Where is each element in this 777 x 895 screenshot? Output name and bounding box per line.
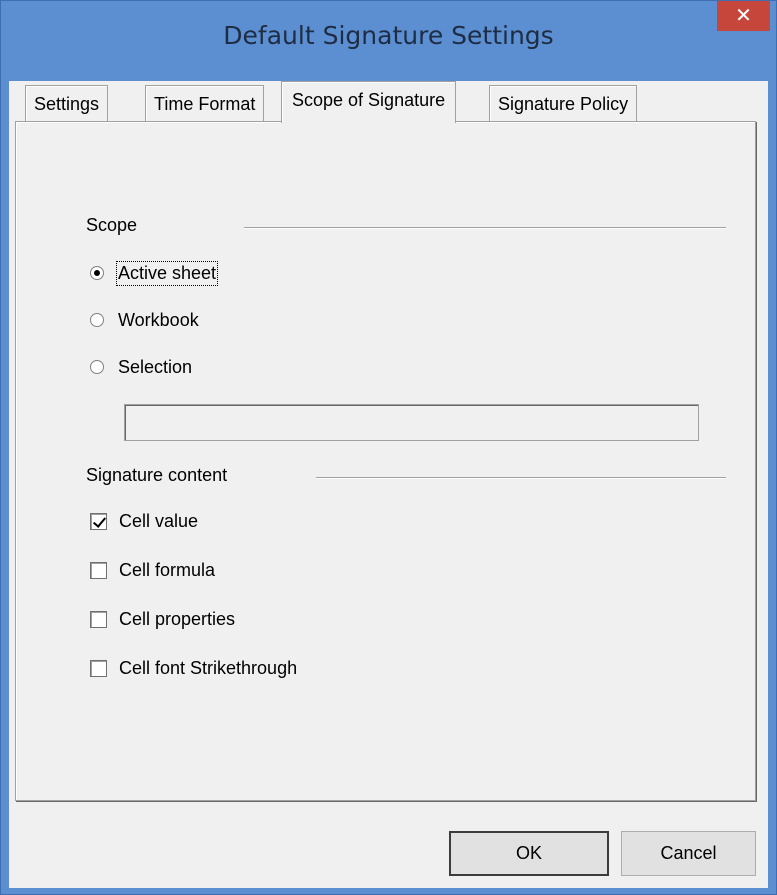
signature-content-heading: Signature content <box>86 465 232 486</box>
checkbox[interactable] <box>90 561 107 579</box>
tab-settings[interactable]: Settings <box>25 85 109 122</box>
radio-active-sheet[interactable]: Active sheet <box>90 260 219 286</box>
checkbox-cell-font-strikethrough[interactable]: Cell font Strikethrough <box>90 655 297 681</box>
dialog-client-area: Settings Time Format Scope of Signature … <box>9 81 768 888</box>
tab-panel-scope: Scope Active sheet Workbook Selection Si… <box>15 121 756 801</box>
checkbox[interactable] <box>90 659 107 677</box>
tab-scope-of-signature[interactable]: Scope of Signature <box>281 81 457 123</box>
tab-label: Signature Policy <box>498 94 629 114</box>
scope-heading: Scope <box>86 215 142 236</box>
radio-button[interactable] <box>90 266 104 280</box>
checkbox-label: Cell font Strikethrough <box>119 657 298 678</box>
radio-button[interactable] <box>90 360 104 374</box>
cancel-button[interactable]: Cancel <box>621 831 756 876</box>
checkbox-cell-properties[interactable]: Cell properties <box>90 606 235 632</box>
checkbox-label: Cell formula <box>119 559 216 580</box>
checkbox[interactable] <box>90 610 107 628</box>
tab-label: Time Format <box>154 94 256 114</box>
signature-content-divider <box>316 477 726 479</box>
radio-button[interactable] <box>90 313 104 327</box>
radio-label: Active sheet <box>115 260 219 286</box>
dialog-title: Default Signature Settings <box>223 21 554 50</box>
tab-label: Scope of Signature <box>292 90 446 110</box>
checkbox-label: Cell properties <box>119 608 236 629</box>
checkbox-cell-formula[interactable]: Cell formula <box>90 557 215 583</box>
tab-label: Settings <box>34 94 100 114</box>
radio-label: Workbook <box>118 309 199 330</box>
ok-button[interactable]: OK <box>449 831 609 876</box>
checkbox-label: Cell value <box>119 510 199 531</box>
checkbox[interactable] <box>90 512 107 530</box>
close-button[interactable]: ✕ <box>717 1 770 31</box>
title-bar[interactable]: Default Signature Settings ✕ <box>1 1 776 81</box>
selection-range-input[interactable] <box>124 404 699 441</box>
radio-label: Selection <box>118 356 193 377</box>
scope-divider <box>244 227 726 229</box>
radio-workbook[interactable]: Workbook <box>90 307 199 333</box>
checkbox-cell-value[interactable]: Cell value <box>90 508 198 534</box>
close-icon: ✕ <box>735 3 752 27</box>
dialog-window: Default Signature Settings ✕ Settings Ti… <box>0 0 777 895</box>
tab-time-format[interactable]: Time Format <box>145 85 265 122</box>
radio-selection[interactable]: Selection <box>90 354 192 380</box>
tab-signature-policy[interactable]: Signature Policy <box>489 85 638 122</box>
